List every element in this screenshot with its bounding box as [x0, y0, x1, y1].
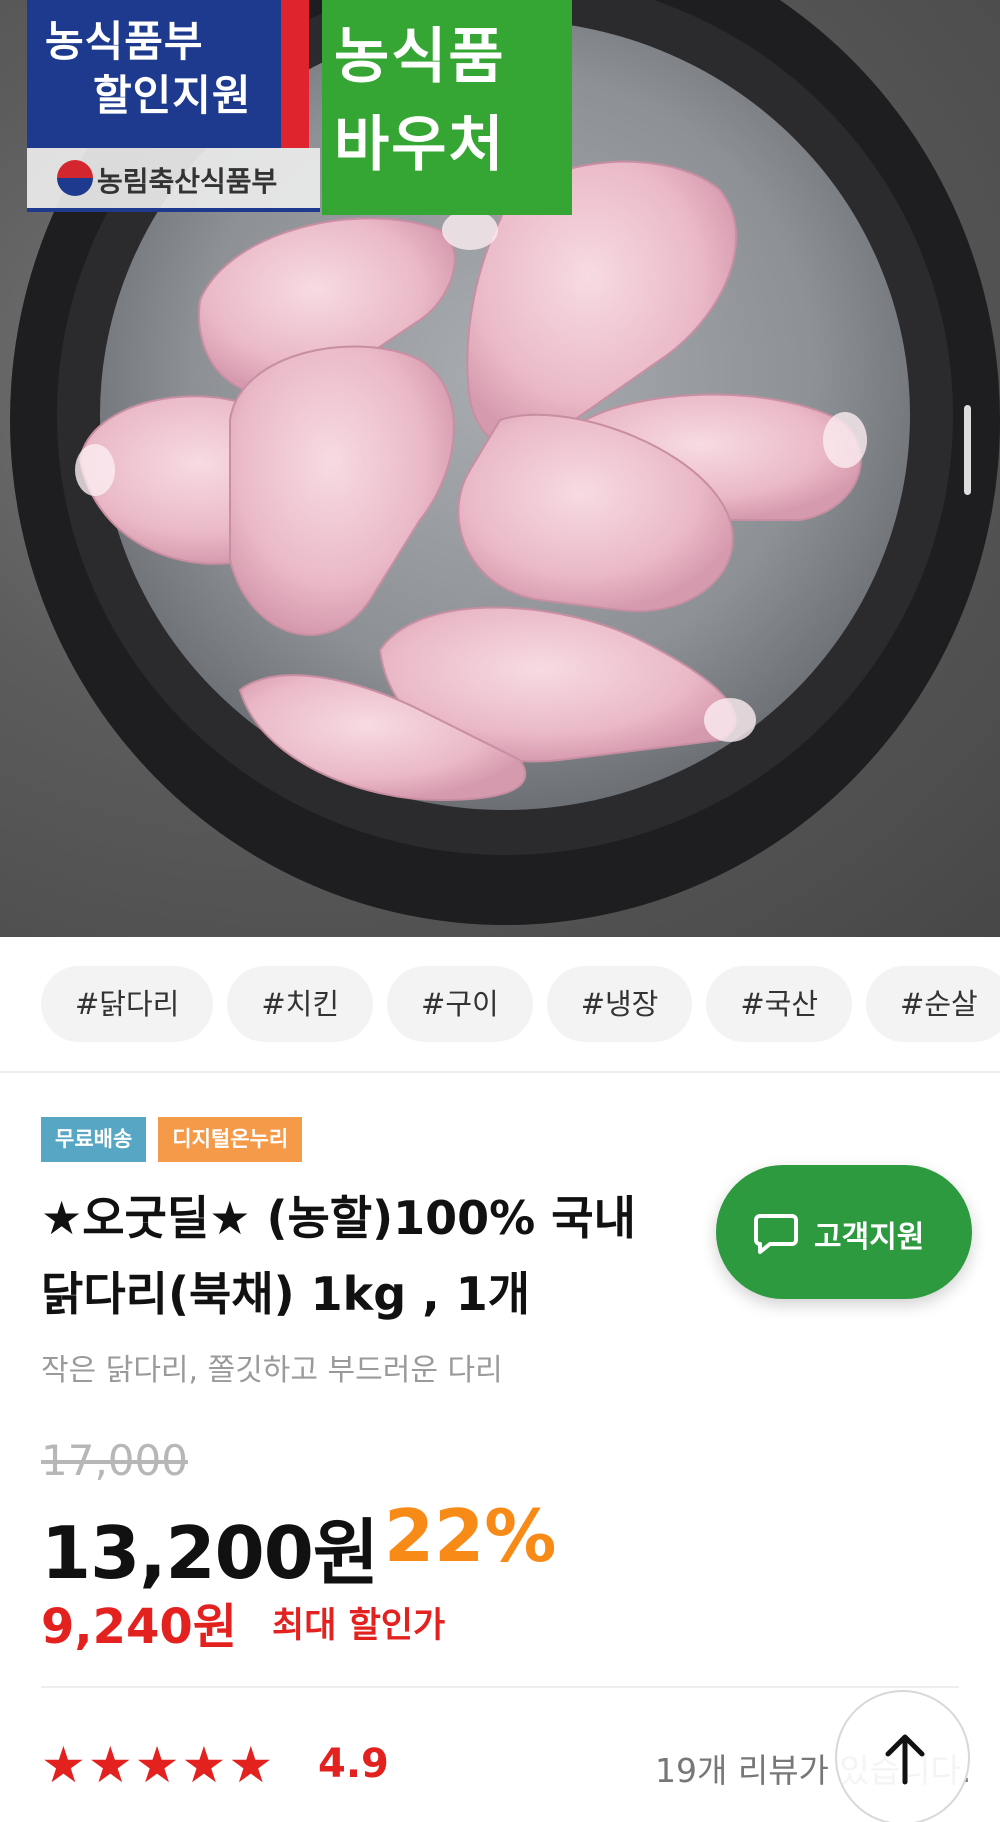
star-icon: ★	[87, 1736, 133, 1794]
section-divider	[41, 1686, 959, 1688]
hashtag-chip[interactable]: #국산	[706, 966, 853, 1042]
sale-price: 13,200원	[41, 1511, 379, 1595]
star-icon: ★	[181, 1736, 227, 1794]
original-price: 17,000	[41, 1436, 188, 1485]
star-icon: ★	[228, 1736, 274, 1794]
badge-line-1: 농식품부	[45, 17, 204, 66]
max-discount-label: 최대 할인가	[272, 1606, 446, 1646]
customer-support-label: 고객지원	[814, 1220, 925, 1255]
product-image[interactable]: 농식품부 할인지원 농림축산식품부 농식품 바우처	[0, 0, 1000, 937]
government-discount-badge: 농식품부 할인지원 농림축산식품부	[27, 0, 320, 215]
hashtag-chip[interactable]: #닭다리	[41, 966, 214, 1042]
hashtag-chip[interactable]: #치킨	[227, 966, 374, 1042]
customer-support-button[interactable]: 고객지원	[716, 1165, 972, 1299]
scroll-to-top-button[interactable]	[835, 1690, 970, 1822]
onnuri-label: 디지털온누리	[158, 1117, 303, 1162]
hashtag-chip[interactable]: #냉장	[546, 966, 693, 1042]
voucher-line-2: 바우처	[334, 110, 506, 180]
food-voucher-badge: 농식품 바우처	[322, 0, 572, 215]
discount-rate: 22%	[384, 1494, 557, 1578]
voucher-line-1: 농식품	[334, 22, 506, 92]
max-discount-price: 9,240원	[41, 1599, 237, 1655]
taegeuk-emblem-icon	[57, 160, 93, 196]
hashtag-chip[interactable]: #순살	[866, 966, 1000, 1042]
chat-bubble-icon	[754, 1214, 798, 1254]
ministry-name: 농림축산식품부	[97, 165, 278, 198]
hashtag-list: #닭다리 #치킨 #구이 #냉장 #국산 #순살	[41, 966, 1000, 1042]
image-scroll-indicator	[964, 405, 971, 495]
product-subtitle: 작은 닭다리, 쫄깃하고 부드러운 다리	[41, 1353, 503, 1388]
star-icon: ★	[134, 1736, 180, 1794]
star-icon: ★	[41, 1736, 86, 1794]
section-divider	[0, 1071, 1000, 1073]
hashtag-chip[interactable]: #구이	[387, 966, 533, 1042]
arrow-up-icon	[885, 1734, 925, 1785]
badge-line-2: 할인지원	[93, 71, 252, 120]
star-rating: ★★★★★	[41, 1740, 275, 1790]
rating-score: 4.9	[318, 1741, 389, 1787]
free-shipping-label: 무료배송	[41, 1117, 147, 1162]
product-labels: 무료배송 디지털온누리	[41, 1117, 314, 1162]
